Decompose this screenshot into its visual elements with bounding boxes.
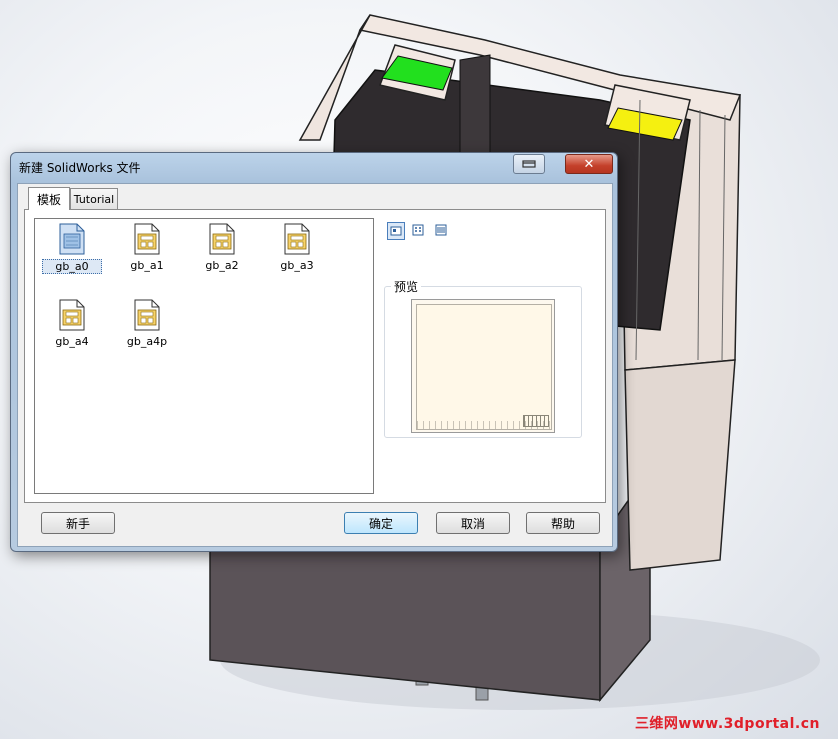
template-item-gb-a4[interactable]: gb_a4 [42, 299, 102, 359]
preview-sheet [416, 304, 552, 430]
large-icons-icon [390, 226, 402, 236]
template-item-gb-a4p[interactable]: gb_a4p [117, 299, 177, 359]
ok-button[interactable]: 确定 [344, 512, 418, 534]
restore-icon [522, 160, 536, 168]
drawing-template-icon [209, 223, 235, 255]
cancel-button[interactable]: 取消 [436, 512, 510, 534]
preview-title-block [523, 415, 549, 427]
details-icon [435, 224, 447, 236]
drawing-template-icon [284, 223, 310, 255]
dialog-client: 模板 Tutorial gb_a0 gb_a1 gb_a2 gb_a3 gb_a… [17, 183, 613, 547]
template-list[interactable]: gb_a0 gb_a1 gb_a2 gb_a3 gb_a4 gb_a4p [34, 218, 374, 494]
dialog-titlebar[interactable]: 新建 SolidWorks 文件 ✕ [11, 153, 617, 179]
details-view-button[interactable] [433, 222, 449, 238]
template-label: gb_a0 [42, 259, 102, 274]
preview-group: 预览 [384, 278, 582, 438]
template-label: gb_a3 [280, 259, 314, 272]
template-label: gb_a1 [130, 259, 164, 272]
template-label: gb_a4 [55, 335, 89, 348]
template-label: gb_a2 [205, 259, 239, 272]
help-button[interactable]: 帮助 [526, 512, 600, 534]
drawing-template-icon [134, 223, 160, 255]
tab-tutorial[interactable]: Tutorial [70, 188, 118, 209]
template-item-gb-a3[interactable]: gb_a3 [267, 223, 327, 283]
dialog-title: 新建 SolidWorks 文件 [19, 161, 141, 175]
drawing-template-icon [134, 299, 160, 331]
drawing-template-icon [59, 223, 85, 255]
preview-image [411, 299, 555, 433]
restore-button[interactable] [513, 154, 545, 174]
tab-panel: gb_a0 gb_a1 gb_a2 gb_a3 gb_a4 gb_a4p 预览 [24, 209, 606, 503]
close-icon: ✕ [583, 156, 595, 172]
template-item-gb-a0[interactable]: gb_a0 [42, 223, 102, 283]
drawing-template-icon [59, 299, 85, 331]
novice-button[interactable]: 新手 [41, 512, 115, 534]
close-button[interactable]: ✕ [565, 154, 613, 174]
new-document-dialog: 新建 SolidWorks 文件 ✕ 模板 Tutorial gb_a0 gb_… [10, 152, 618, 552]
template-item-gb-a1[interactable]: gb_a1 [117, 223, 177, 283]
list-view-button[interactable] [410, 222, 426, 238]
list-icon [412, 224, 424, 236]
preview-label: 预览 [391, 278, 422, 295]
template-item-gb-a2[interactable]: gb_a2 [192, 223, 252, 283]
template-label: gb_a4p [126, 335, 168, 348]
large-icons-view-button[interactable] [387, 222, 405, 240]
site-watermark: 三维网www.3dportal.cn [634, 716, 820, 732]
tab-templates[interactable]: 模板 [28, 187, 70, 210]
